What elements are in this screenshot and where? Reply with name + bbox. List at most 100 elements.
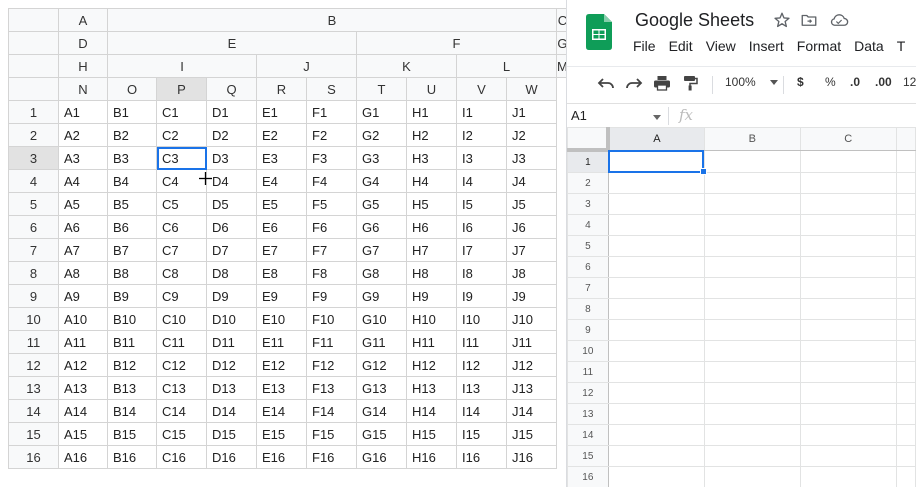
grid-cell[interactable]: E11 xyxy=(256,330,307,354)
grid-cell[interactable]: I14 xyxy=(456,399,507,423)
grid-cell[interactable]: J3 xyxy=(506,146,557,170)
grid-cell[interactable]: C11 xyxy=(156,330,207,354)
grid-cell[interactable]: F15 xyxy=(306,422,357,446)
grid-cell[interactable]: A11 xyxy=(58,330,108,354)
column-header[interactable]: A xyxy=(58,8,108,32)
row-header[interactable]: 2 xyxy=(8,123,59,147)
grid-cell[interactable]: H7 xyxy=(406,238,457,262)
grid-cell[interactable]: B7 xyxy=(107,238,157,262)
column-header[interactable]: K xyxy=(356,54,457,78)
grid-cell[interactable]: G3 xyxy=(356,146,407,170)
grid-cell[interactable]: E1 xyxy=(256,100,307,124)
sheet-cell[interactable] xyxy=(607,382,705,404)
column-header[interactable]: C xyxy=(799,127,897,151)
sheet-cell[interactable] xyxy=(799,193,897,215)
selected-grid-cell[interactable]: C3 xyxy=(156,146,207,170)
grid-cell[interactable]: H3 xyxy=(406,146,457,170)
sheet-cell[interactable] xyxy=(703,298,801,320)
grid-cell[interactable]: I1 xyxy=(456,100,507,124)
sheet-cell[interactable] xyxy=(895,149,916,173)
grid-cell[interactable]: H1 xyxy=(406,100,457,124)
row-header[interactable]: 16 xyxy=(8,445,59,469)
grid-cell[interactable]: B6 xyxy=(107,215,157,239)
grid-cell[interactable]: A13 xyxy=(58,376,108,400)
grid-cell[interactable]: J9 xyxy=(506,284,557,308)
grid-cell[interactable]: I9 xyxy=(456,284,507,308)
sheet-cell[interactable] xyxy=(703,382,801,404)
grid-cell[interactable]: C2 xyxy=(156,123,207,147)
grid-cell[interactable]: D7 xyxy=(206,238,257,262)
print-icon[interactable] xyxy=(653,75,671,91)
grid-cell[interactable]: C6 xyxy=(156,215,207,239)
column-header[interactable]: J xyxy=(256,54,357,78)
sheet-cell[interactable] xyxy=(703,235,801,257)
row-header[interactable]: 1 xyxy=(567,149,609,173)
grid-cell[interactable]: J8 xyxy=(506,261,557,285)
grid-cell[interactable]: A14 xyxy=(58,399,108,423)
sheet-cell[interactable] xyxy=(895,193,916,215)
chevron-down-icon[interactable] xyxy=(653,115,661,120)
sheet-cell[interactable] xyxy=(703,361,801,383)
row-header[interactable]: 15 xyxy=(567,445,609,467)
column-header[interactable]: H xyxy=(58,54,108,78)
grid-cell[interactable]: I7 xyxy=(456,238,507,262)
grid-cell[interactable]: H9 xyxy=(406,284,457,308)
grid-cell[interactable]: F6 xyxy=(306,215,357,239)
grid-cell[interactable]: F2 xyxy=(306,123,357,147)
grid-cell[interactable]: D1 xyxy=(206,100,257,124)
select-all-corner[interactable] xyxy=(567,127,611,152)
column-header[interactable]: D xyxy=(58,31,108,55)
sheet-cell[interactable] xyxy=(799,172,897,194)
sheet-cell[interactable] xyxy=(895,403,916,425)
grid-cell[interactable]: I5 xyxy=(456,192,507,216)
grid-cell[interactable]: E3 xyxy=(256,146,307,170)
menu-view[interactable]: View xyxy=(706,38,736,54)
row-header[interactable]: 12 xyxy=(567,382,609,404)
grid-cell[interactable]: B10 xyxy=(107,307,157,331)
grid-cell[interactable]: A4 xyxy=(58,169,108,193)
column-header[interactable]: O xyxy=(107,77,157,101)
sheet-cell[interactable] xyxy=(799,214,897,236)
grid-cell[interactable]: G16 xyxy=(356,445,407,469)
redo-icon[interactable] xyxy=(625,75,643,91)
name-box[interactable]: A1 xyxy=(571,108,587,123)
grid-cell[interactable]: J16 xyxy=(506,445,557,469)
grid-cell[interactable]: A12 xyxy=(58,353,108,377)
grid-cell[interactable]: D9 xyxy=(206,284,257,308)
grid-cell[interactable]: D10 xyxy=(206,307,257,331)
row-header[interactable]: 16 xyxy=(567,466,609,487)
row-header[interactable]: 3 xyxy=(567,193,609,215)
zoom-select[interactable]: 100% xyxy=(725,75,778,89)
grid-cell[interactable]: D5 xyxy=(206,192,257,216)
row-header[interactable]: 5 xyxy=(8,192,59,216)
grid-cell[interactable]: A9 xyxy=(58,284,108,308)
grid-cell[interactable]: B8 xyxy=(107,261,157,285)
row-header[interactable]: 15 xyxy=(8,422,59,446)
grid-cell[interactable]: G2 xyxy=(356,123,407,147)
menu-format[interactable]: Format xyxy=(797,38,841,54)
sheet-cell[interactable] xyxy=(799,361,897,383)
row-header[interactable]: 4 xyxy=(8,169,59,193)
grid-cell[interactable]: E15 xyxy=(256,422,307,446)
row-header[interactable]: 6 xyxy=(8,215,59,239)
grid-cell[interactable]: E12 xyxy=(256,353,307,377)
grid-cell[interactable]: G15 xyxy=(356,422,407,446)
grid-cell[interactable]: G6 xyxy=(356,215,407,239)
sheet-cell[interactable] xyxy=(703,172,801,194)
google-sheets-logo-icon[interactable] xyxy=(586,14,612,50)
increase-decimal-button[interactable]: .00 xyxy=(875,75,892,89)
grid-cell[interactable]: J4 xyxy=(506,169,557,193)
grid-cell[interactable]: H11 xyxy=(406,330,457,354)
column-header[interactable]: I xyxy=(107,54,257,78)
sheet-cell[interactable] xyxy=(703,214,801,236)
grid-cell[interactable]: C9 xyxy=(156,284,207,308)
grid-cell[interactable]: C7 xyxy=(156,238,207,262)
column-header[interactable]: Q xyxy=(206,77,257,101)
column-header[interactable]: U xyxy=(406,77,457,101)
sheet-cell[interactable] xyxy=(703,340,801,362)
row-header[interactable]: 7 xyxy=(8,238,59,262)
grid-cell[interactable]: D12 xyxy=(206,353,257,377)
grid-cell[interactable]: D16 xyxy=(206,445,257,469)
grid-cell[interactable]: H13 xyxy=(406,376,457,400)
sheet-cell[interactable] xyxy=(607,319,705,341)
